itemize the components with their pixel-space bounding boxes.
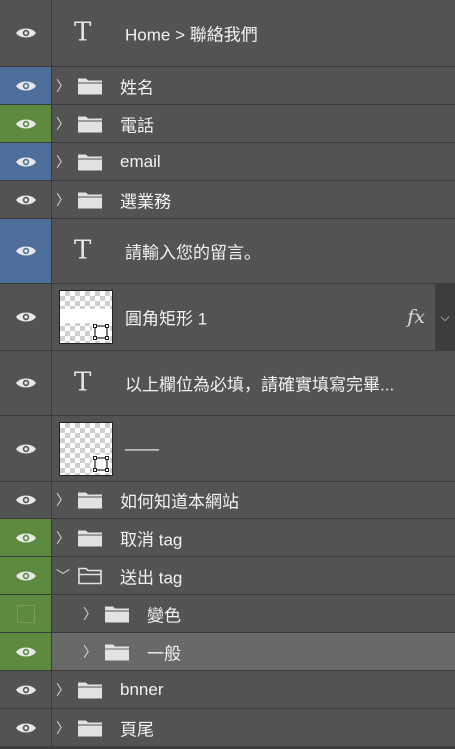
layer-thumbnail	[59, 290, 113, 344]
eye-icon	[15, 444, 36, 453]
eye-icon	[15, 81, 36, 90]
layer-name: bnner	[120, 679, 164, 699]
layer-name: 頁尾	[120, 720, 154, 739]
shape-layer-icon	[92, 323, 110, 341]
eye-icon	[15, 378, 36, 388]
chevron-down-icon[interactable]: ⌵	[435, 284, 455, 350]
layer-name: ——	[125, 438, 159, 458]
fx-effects-icon[interactable]: fx	[407, 306, 425, 328]
layer-name: 圓角矩形 1	[125, 309, 208, 329]
layer-row[interactable]: T 請輸入您的留言。	[0, 219, 455, 284]
layer-name: 送出 tag	[120, 568, 183, 587]
visibility-toggle[interactable]	[0, 0, 52, 66]
layer-row[interactable]: T 以上欄位為必填，請確實填寫完畢...	[0, 351, 455, 416]
visibility-toggle[interactable]	[0, 595, 52, 632]
eye-icon	[15, 119, 36, 128]
visibility-toggle[interactable]	[0, 671, 52, 708]
eye-icon	[15, 533, 36, 542]
layer-name: email	[120, 151, 161, 171]
layer-row[interactable]: 〉 如何知道本網站	[0, 482, 455, 519]
expand-chevron-icon[interactable]: 〉	[56, 718, 70, 738]
visibility-toggle[interactable]	[0, 416, 52, 481]
text-layer-icon: T	[74, 367, 92, 398]
eye-icon	[15, 495, 36, 505]
expand-chevron-icon[interactable]: 〉	[56, 152, 70, 172]
eye-icon	[15, 157, 36, 166]
layer-row[interactable]: 〉 一般	[0, 633, 455, 671]
eye-icon	[15, 723, 36, 732]
layer-row[interactable]: 〉 姓名	[0, 67, 455, 105]
layer-name: 請輸入您的留言。	[125, 243, 261, 263]
layer-thumbnail	[59, 421, 113, 476]
folder-icon	[78, 154, 102, 170]
layers-panel: T Home > 聯絡我們 〉 姓名 〉 電話 〉 email 〉 選業務 T …	[0, 0, 455, 749]
visibility-toggle[interactable]	[0, 105, 52, 142]
expand-chevron-icon[interactable]: 〉	[56, 490, 70, 510]
layer-row[interactable]: 〉 取消 tag	[0, 519, 455, 557]
eye-icon	[15, 28, 36, 38]
visibility-toggle[interactable]	[0, 284, 52, 350]
visibility-toggle[interactable]	[0, 219, 52, 283]
eye-icon	[15, 647, 36, 656]
folder-icon	[78, 530, 102, 546]
layer-name: 如何知道本網站	[120, 492, 239, 512]
visibility-toggle[interactable]	[0, 143, 52, 180]
eye-icon	[15, 685, 36, 694]
text-layer-icon: T	[74, 235, 92, 266]
folder-icon	[105, 644, 129, 660]
visibility-toggle[interactable]	[0, 181, 52, 218]
collapse-chevron-icon[interactable]: ﹀	[56, 566, 70, 586]
layer-row[interactable]: 〉 頁尾	[0, 709, 455, 747]
open-folder-icon	[78, 567, 102, 584]
visibility-toggle[interactable]	[0, 709, 52, 746]
hidden-visibility-box	[16, 604, 35, 623]
eye-icon	[15, 195, 36, 204]
visibility-toggle[interactable]	[0, 351, 52, 415]
layer-name: 選業務	[120, 192, 171, 211]
layer-row[interactable]: 圓角矩形 1 fx ⌵	[0, 284, 455, 351]
visibility-toggle[interactable]	[0, 557, 52, 594]
layer-row[interactable]: T Home > 聯絡我們	[0, 0, 455, 67]
layer-name: 姓名	[120, 78, 154, 97]
layer-row[interactable]: 〉 變色	[0, 595, 455, 633]
eye-icon	[15, 312, 36, 322]
expand-chevron-icon[interactable]: 〉	[83, 604, 97, 624]
visibility-toggle[interactable]	[0, 482, 52, 518]
folder-icon	[105, 606, 129, 622]
layer-row[interactable]: 〉 選業務	[0, 181, 455, 219]
folder-icon	[78, 78, 102, 94]
expand-chevron-icon[interactable]: 〉	[56, 528, 70, 548]
expand-chevron-icon[interactable]: 〉	[83, 642, 97, 662]
layer-name: 變色	[147, 606, 181, 625]
folder-icon	[78, 116, 102, 132]
expand-chevron-icon[interactable]: 〉	[56, 76, 70, 96]
folder-icon	[78, 192, 102, 208]
layer-row[interactable]: 〉 bnner	[0, 671, 455, 709]
expand-chevron-icon[interactable]: 〉	[56, 680, 70, 700]
layer-row[interactable]: 〉 電話	[0, 105, 455, 143]
expand-chevron-icon[interactable]: 〉	[56, 190, 70, 210]
shape-layer-icon	[92, 454, 110, 473]
visibility-toggle[interactable]	[0, 633, 52, 670]
layer-name: Home > 聯絡我們	[125, 25, 258, 45]
layer-name: 電話	[120, 116, 154, 135]
folder-icon	[78, 682, 102, 698]
eye-icon	[15, 571, 36, 580]
layer-name: 一般	[147, 644, 181, 663]
eye-icon	[15, 246, 36, 256]
layer-row[interactable]: ——	[0, 416, 455, 482]
visibility-toggle[interactable]	[0, 67, 52, 104]
expand-chevron-icon[interactable]: 〉	[56, 114, 70, 134]
folder-icon	[78, 720, 102, 736]
text-layer-icon: T	[74, 17, 92, 48]
layer-name: 取消 tag	[120, 530, 183, 549]
layer-row[interactable]: 〉 email	[0, 143, 455, 181]
layer-name: 以上欄位為必填，請確實填寫完畢...	[125, 375, 395, 395]
layer-row[interactable]: ﹀ 送出 tag	[0, 557, 455, 595]
folder-icon	[78, 492, 102, 509]
visibility-toggle[interactable]	[0, 519, 52, 556]
